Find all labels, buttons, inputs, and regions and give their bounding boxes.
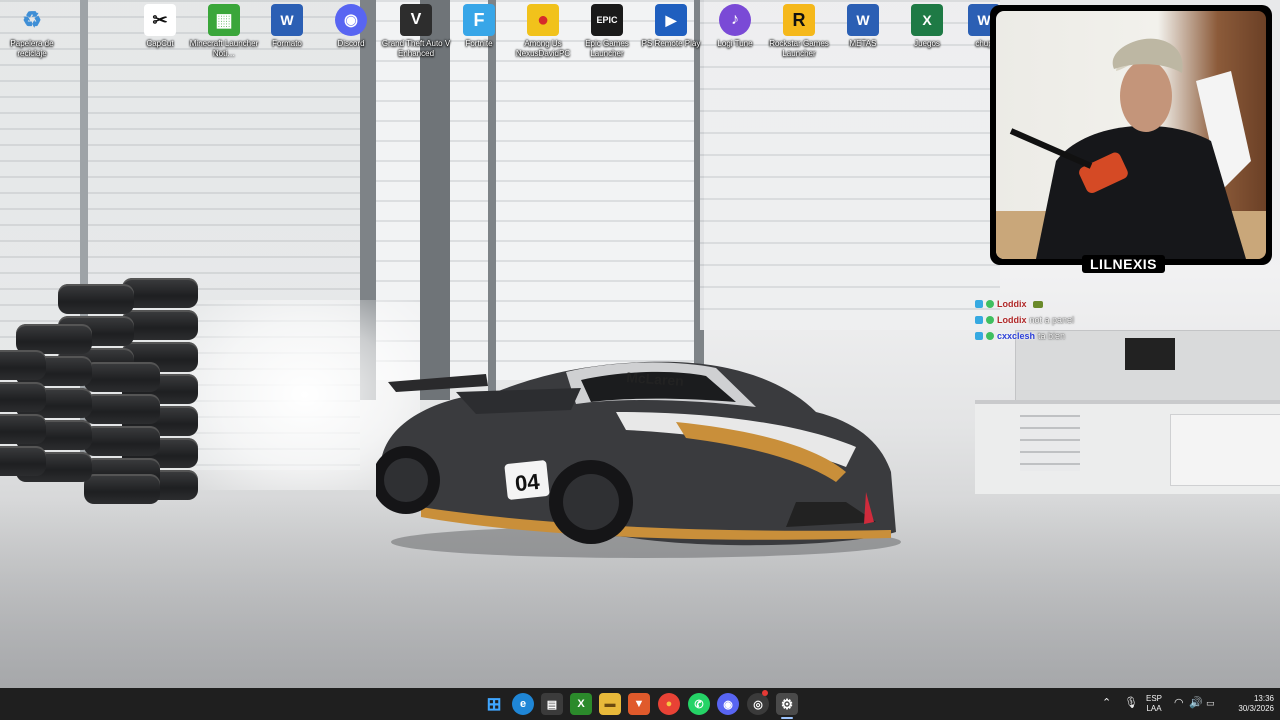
discord-icon: ◉ xyxy=(335,4,367,36)
word-doc-icon: W xyxy=(847,4,879,36)
clock[interactable]: 13:36 30/3/2026 xyxy=(1226,694,1274,714)
stream-chat-overlay: Loddix Loddix not a panel cxxclesh ta bi… xyxy=(975,296,1074,344)
car-number-label: 04 xyxy=(514,469,542,497)
active-app-indicator xyxy=(781,717,793,719)
desktop-icon-formato[interactable]: W Formato xyxy=(251,4,323,49)
wallpaper-pillar xyxy=(420,0,450,400)
clock-date: 30/3/2026 xyxy=(1238,704,1274,713)
desktop-icon-discord[interactable]: ◉ Discord xyxy=(315,4,387,49)
input-language-indicator[interactable]: ESP LAA xyxy=(1144,694,1164,714)
battery-icon[interactable]: ▭ xyxy=(1206,698,1215,710)
microsoft-store-icon[interactable]: ▤ xyxy=(541,693,563,715)
chat-badge-icon xyxy=(986,316,994,324)
desktop-icon-label: METAS xyxy=(849,39,877,48)
desktop-icon-label: Rockstar Games Launcher xyxy=(769,39,829,58)
fortnite-icon: F xyxy=(463,4,495,36)
desktop-icon-recycle-bin[interactable]: ♻ Papelera de reciclaje xyxy=(0,4,68,59)
chat-message: Loddix not a panel xyxy=(975,312,1074,328)
webcam-feed xyxy=(996,11,1266,259)
chat-badge-icon xyxy=(975,316,983,324)
desktop-icon-label: Among Us NexusDavidPC xyxy=(515,39,571,58)
chat-emote-icon xyxy=(1032,300,1043,308)
desktop-icon-label: Logi Tune xyxy=(717,39,753,48)
chat-badge-icon xyxy=(975,332,983,340)
file-explorer-icon[interactable]: ▬ xyxy=(599,693,621,715)
chat-message: cxxclesh ta bien xyxy=(975,328,1074,344)
chrome-icon[interactable]: ● xyxy=(658,693,680,715)
desktop-icon-label: CapCut xyxy=(146,39,174,48)
obs-icon[interactable]: ◎ xyxy=(747,693,769,715)
excel-icon: X xyxy=(911,4,943,36)
ps-remote-play-icon: ▶ xyxy=(655,4,687,36)
start-button[interactable]: ⊞ xyxy=(483,693,505,715)
wallpaper-cabinet xyxy=(1170,414,1280,486)
capcut-icon: ✂ xyxy=(144,4,176,36)
keyboard-layout: LAA xyxy=(1146,704,1162,713)
discord-taskbar-icon[interactable]: ◉ xyxy=(717,693,739,715)
chat-text: not a panel xyxy=(1029,315,1075,325)
streamer-name-tag: LILNEXIS xyxy=(1082,255,1166,273)
taskbar: ⊞ e ▤ X ▬ ▼ ● ✆ ◉ ◎ ⚙ ⌃ 🎙 ESP LAA ◠ 🔊 ▭ … xyxy=(0,688,1280,720)
notification-dot-icon xyxy=(762,690,768,696)
minecraft-icon: ▦ xyxy=(208,4,240,36)
edge-icon[interactable]: e xyxy=(512,693,534,715)
desktop-icon-capcut[interactable]: ✂ CapCut xyxy=(124,4,196,49)
wallpaper-race-car: 04 McLaren xyxy=(376,361,901,558)
desktop-icon-fortnite[interactable]: F Fortnite xyxy=(443,4,515,49)
desktop-icon-rockstar[interactable]: R Rockstar Games Launcher xyxy=(763,4,835,59)
clock-time: 13:36 xyxy=(1253,694,1274,703)
brave-icon[interactable]: ▼ xyxy=(628,693,650,715)
recycle-bin-icon: ♻ xyxy=(22,7,42,32)
xbox-icon[interactable]: X xyxy=(570,693,592,715)
chat-badge-icon xyxy=(986,300,994,308)
chat-message: Loddix xyxy=(975,296,1074,312)
volume-icon[interactable]: 🔊 xyxy=(1189,697,1203,709)
chat-badge-icon xyxy=(986,332,994,340)
desktop-icon-label: Epic Games Launcher xyxy=(585,39,629,58)
desktop-icon-label: Discord xyxy=(337,39,365,48)
wallpaper-drawers xyxy=(1020,415,1080,471)
logi-tune-icon: ♪ xyxy=(719,4,751,36)
desktop-icon-ps-remote-play[interactable]: ▶ PS Remote Play xyxy=(635,4,707,49)
word-doc-icon: W xyxy=(271,4,303,36)
epic-games-icon: EPIC xyxy=(591,4,623,36)
desktop-icon-label: Minecraft Launcher Noti… xyxy=(189,39,259,58)
desktop-icon-logi-tune[interactable]: ♪ Logi Tune xyxy=(699,4,771,49)
chat-badge-icon xyxy=(975,300,983,308)
desktop-icon-label: Formato xyxy=(272,39,302,48)
desktop-icon-metas[interactable]: W METAS xyxy=(827,4,899,49)
desktop-icon-label: Grand Theft Auto V Enhanced xyxy=(381,39,451,58)
language-code: ESP xyxy=(1145,694,1162,703)
gta-icon: V xyxy=(400,4,432,36)
desktop-icon-gta-v[interactable]: V Grand Theft Auto V Enhanced xyxy=(380,4,452,59)
chat-text: ta bien xyxy=(1038,331,1066,341)
settings-icon[interactable]: ⚙ xyxy=(776,693,798,715)
wallpaper-garage-door xyxy=(700,0,1000,330)
desktop-icon-epic-games[interactable]: EPIC Epic Games Launcher xyxy=(571,4,643,59)
whatsapp-icon[interactable]: ✆ xyxy=(688,693,710,715)
desktop-icon-among-us[interactable]: ● Among Us NexusDavidPC xyxy=(507,4,579,59)
rockstar-icon: R xyxy=(783,4,815,36)
show-hidden-icons-chevron-icon[interactable]: ⌃ xyxy=(1102,697,1111,709)
microphone-icon[interactable]: 🎙 xyxy=(1124,697,1138,709)
desktop-icon-label: Papelera de reciclaje xyxy=(10,39,54,58)
webcam-overlay: LILNEXIS xyxy=(990,5,1272,273)
among-us-icon: ● xyxy=(527,4,559,36)
desktop-icon-minecraft[interactable]: ▦ Minecraft Launcher Noti… xyxy=(188,4,260,59)
wallpaper-monitor xyxy=(1125,338,1175,370)
desktop-icon-label: Fortnite xyxy=(465,39,493,48)
wifi-icon[interactable]: ◠ xyxy=(1174,697,1184,709)
chat-username: cxxclesh xyxy=(997,331,1036,341)
streamer-video xyxy=(996,38,1266,259)
chat-username: Loddix xyxy=(997,299,1027,309)
chat-username: Loddix xyxy=(997,315,1027,325)
wallpaper-pillar xyxy=(488,0,496,400)
desktop-icon-label: PS Remote Play xyxy=(641,39,701,48)
